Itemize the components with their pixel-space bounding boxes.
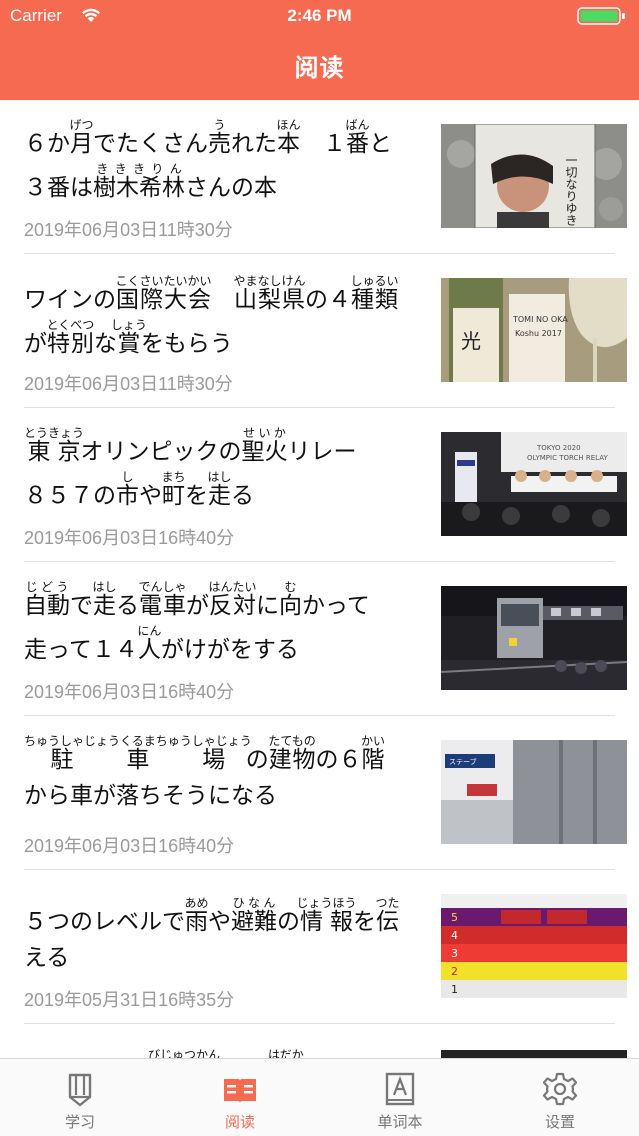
- navigation-header: Carrier 2:46 PM 阅读: [0, 0, 639, 100]
- article-list[interactable]: ６か月げつでたくさん売うれた本ほん １番ばんと ３番は樹木希林きききりんさんの本…: [0, 100, 639, 1058]
- svg-text:OLYMPIC TORCH RELAY: OLYMPIC TORCH RELAY: [527, 454, 608, 462]
- svg-text:4: 4: [451, 929, 458, 942]
- article-text: 東京とうきょうオリンピックの聖火せいかリレー ８５７の市しや町まちを走はしる: [24, 426, 432, 514]
- article-text: ６か月げつでたくさん売うれた本ほん １番ばんと ３番は樹木希林きききりんさんの本: [24, 118, 432, 206]
- tab-vocabulary[interactable]: 单词本: [320, 1059, 480, 1136]
- battery-icon: [577, 7, 625, 25]
- article-item[interactable]: 東京とうきょうオリンピックの聖火せいかリレー ８５７の市しや町まちを走はしる 2…: [0, 408, 639, 562]
- article-date: 2019年06月03日11時30分: [24, 220, 233, 240]
- article-item[interactable]: ６か月げつでたくさん売うれた本ほん １番ばんと ３番は樹木希林きききりんさんの本…: [0, 100, 639, 254]
- article-headline: 駐車場ちゅうしゃじょうくるまちゅうしゃじょうの建物たてものの６階かい から車が落…: [24, 734, 385, 809]
- article-item[interactable]: びじゅつかん はだか: [0, 1024, 639, 1058]
- page-title: 阅读: [294, 54, 345, 82]
- article-item[interactable]: ワインの国際大会こくさいたいかい 山梨県やまなしけんの４種類しゅるい が特別とく…: [0, 254, 639, 408]
- tab-label: 阅读: [224, 1113, 255, 1131]
- article-date: 2019年05月31日16時35分: [24, 990, 235, 1010]
- svg-text:2: 2: [451, 965, 458, 978]
- article-text: 駐車場ちゅうしゃじょうくるまちゅうしゃじょうの建物たてものの６階かい から車が落…: [24, 734, 432, 814]
- article-item[interactable]: ５つのレベルで雨あめや避難ひなんの情報じょうほうを伝つた える 2019年05月…: [0, 870, 639, 1024]
- olympic-torch-relay-photo: TOKYO 2020 OLYMPIC TORCH RELAY: [441, 432, 627, 536]
- article-text: 自動じどうで走はしる電車でんしゃが反対はんたいに向むかって 走って１４人にんがけ…: [24, 580, 432, 668]
- svg-text:光: 光: [461, 329, 481, 353]
- tab-study[interactable]: 学习: [0, 1059, 160, 1136]
- article-headline: ワインの国際大会こくさいたいかい 山梨県やまなしけんの４種類しゅるい が特別とく…: [24, 274, 399, 357]
- svg-text:Koshu 2017: Koshu 2017: [515, 329, 562, 338]
- article-date: 2019年06月03日11時30分: [24, 374, 233, 394]
- train-accident-photo: [441, 586, 627, 690]
- open-book-icon: [224, 1079, 256, 1103]
- svg-text:TOMI NO OKA: TOMI NO OKA: [512, 315, 568, 324]
- article-date: 2019年06月03日16時40分: [24, 682, 235, 702]
- article-date: 2019年06月03日16時40分: [24, 836, 235, 856]
- book-cover-photo: 一切なりゆき: [441, 124, 627, 228]
- article-date: 2019年06月03日16時40分: [24, 528, 235, 548]
- svg-text:TOKYO 2020: TOKYO 2020: [536, 444, 581, 452]
- tab-bar: 学习 阅读 单词本 设置: [0, 1058, 639, 1136]
- article-headline: ６か月げつでたくさん売うれた本ほん １番ばんと ３番は樹木希林きききりんさんの本: [24, 118, 392, 201]
- article-item[interactable]: 自動じどうで走はしる電車でんしゃが反対はんたいに向むかって 走って１４人にんがけ…: [0, 562, 639, 716]
- article-item[interactable]: 駐車場ちゅうしゃじょうくるまちゅうしゃじょうの建物たてものの６階かい から車が落…: [0, 716, 639, 870]
- tab-label: 设置: [544, 1113, 575, 1131]
- warning-level-table-photo: 5 4 3 2 1: [441, 894, 627, 998]
- dictionary-icon: [385, 1072, 415, 1106]
- clock-label: 2:46 PM: [287, 6, 352, 25]
- svg-text:5: 5: [451, 911, 458, 924]
- car-on-building-photo: ステーブ: [441, 740, 627, 844]
- tab-reading[interactable]: 阅读: [160, 1059, 320, 1136]
- svg-text:3: 3: [451, 947, 458, 960]
- tab-label: 单词本: [377, 1113, 423, 1131]
- furigana: びじゅつかん: [148, 1048, 221, 1058]
- status-bar: Carrier 2:46 PM: [0, 0, 639, 34]
- furigana: はだか: [268, 1048, 304, 1058]
- article-headline: 東京とうきょうオリンピックの聖火せいかリレー ８５７の市しや町まちを走はしる: [24, 426, 357, 509]
- gear-icon: [542, 1072, 578, 1106]
- article-text: ５つのレベルで雨あめや避難ひなんの情報じょうほうを伝つた える: [24, 896, 432, 976]
- svg-text:一切なりゆき: 一切なりゆき: [564, 154, 578, 226]
- tab-label: 学习: [64, 1113, 95, 1131]
- article-thumbnail: [441, 1050, 627, 1058]
- svg-text:1: 1: [451, 983, 458, 996]
- article-headline: 自動じどうで走はしる電車でんしゃが反対はんたいに向むかって 走って１４人にんがけ…: [24, 580, 370, 663]
- article-headline: ５つのレベルで雨あめや避難ひなんの情報じょうほうを伝つた える: [24, 896, 400, 971]
- article-text: ワインの国際大会こくさいたいかい 山梨県やまなしけんの４種類しゅるい が特別とく…: [24, 274, 432, 362]
- wine-bottle-photo: 光 TOMI NO OKA Koshu 2017: [441, 278, 627, 382]
- pencil-icon: [68, 1073, 92, 1107]
- svg-text:ステーブ: ステーブ: [449, 757, 477, 766]
- tab-settings[interactable]: 设置: [480, 1059, 639, 1136]
